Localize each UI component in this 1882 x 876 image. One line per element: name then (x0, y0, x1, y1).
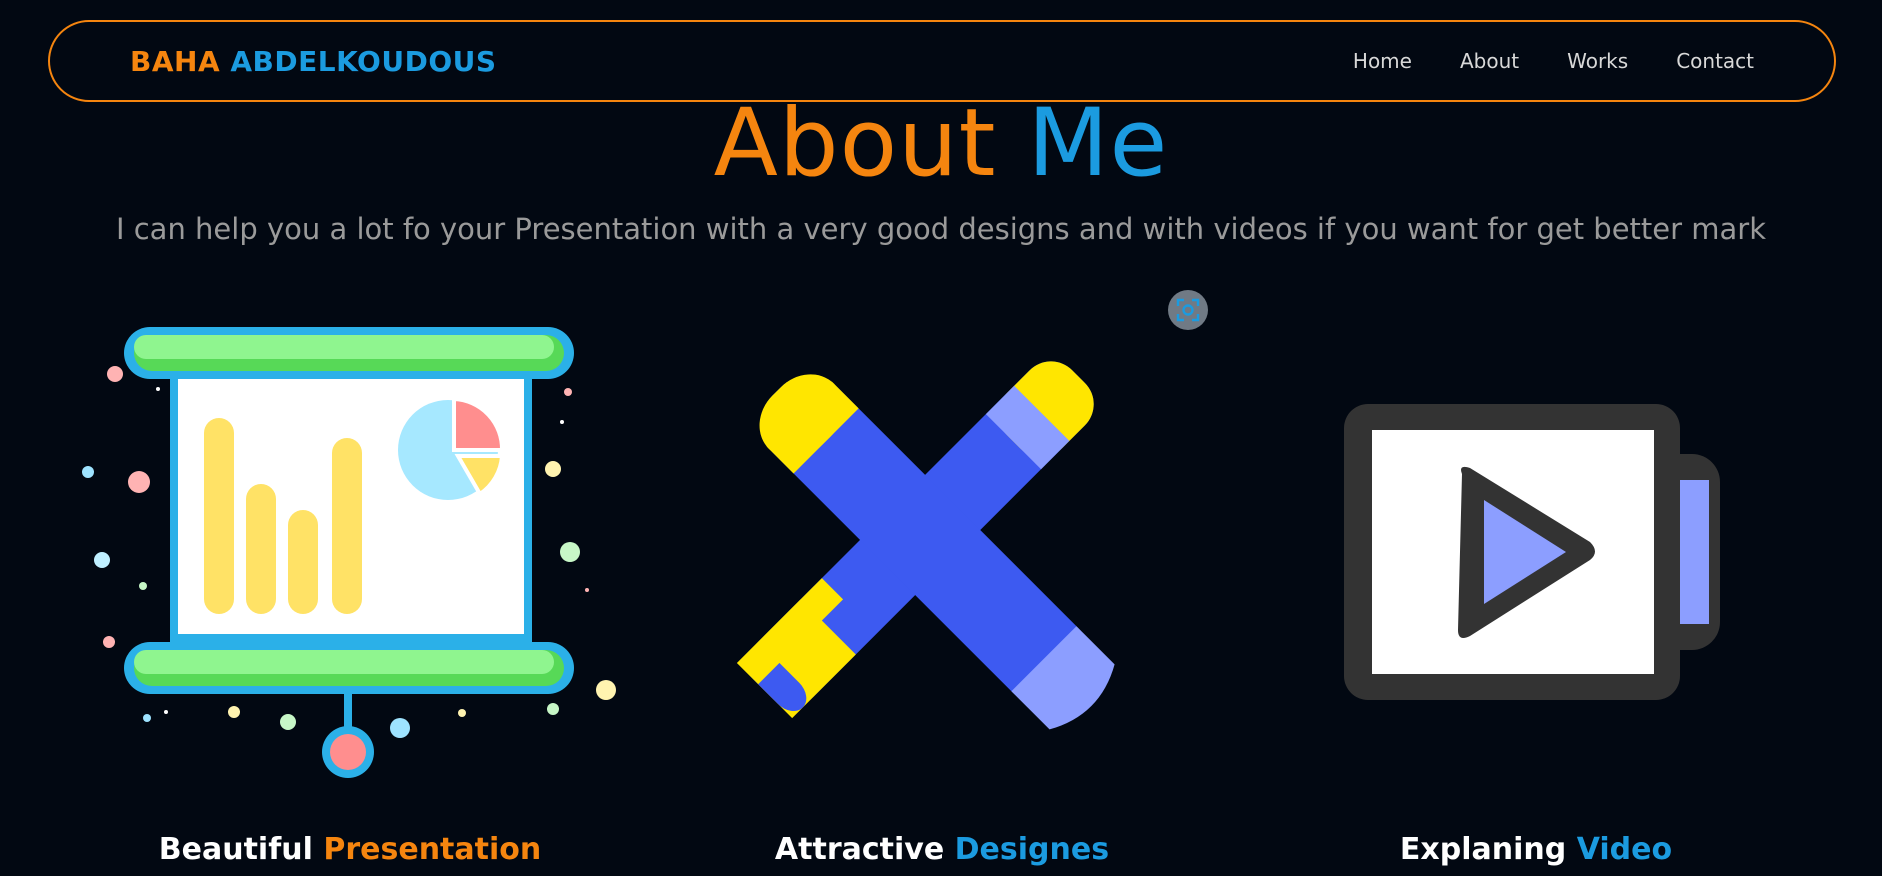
about-tagline: I can help you a lot fo your Presentatio… (115, 212, 1767, 246)
nav-links: Home About Works Contact (1353, 49, 1754, 73)
card-title-video: Explaning Video (1276, 832, 1796, 867)
nav-link-home[interactable]: Home (1353, 49, 1412, 73)
card-title-word-2: Presentation (323, 832, 542, 867)
nav-link-contact[interactable]: Contact (1676, 49, 1754, 73)
nav-link-works[interactable]: Works (1567, 49, 1628, 73)
card-title-word-2: Video (1576, 832, 1673, 867)
screen-capture-button[interactable] (1168, 290, 1208, 330)
page-title-first: About (713, 89, 997, 198)
card-title-word-1: Beautiful (158, 832, 313, 867)
brand-first-name: BAHA (130, 44, 221, 78)
card-title-designs: Attractive Designes (682, 832, 1202, 867)
card-title-word-1: Attractive (774, 832, 945, 867)
design-tools-icon (737, 361, 1115, 730)
page-title-last: Me (1027, 89, 1169, 198)
presentation-board-icon (82, 327, 616, 778)
screen-capture-icon (1176, 298, 1200, 322)
card-title-word-2: Designes (954, 832, 1110, 867)
video-camera-icon (1344, 404, 1720, 700)
brand-last-name: ABDELKOUDOUS (230, 44, 497, 78)
card-title-word-1: Explaning (1399, 832, 1567, 867)
brand-logo[interactable]: BAHA ABDELKOUDOUS (130, 45, 497, 78)
nav-link-about[interactable]: About (1460, 49, 1519, 73)
page-title: About Me (0, 92, 1882, 195)
card-title-presentation: Beautiful Presentation (90, 832, 610, 867)
